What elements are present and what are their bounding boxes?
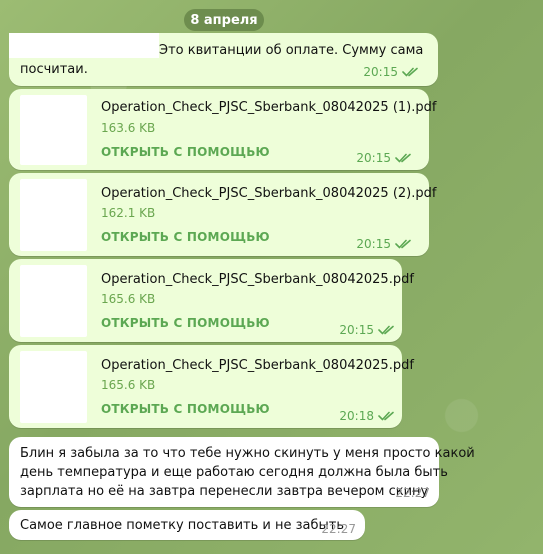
date-separator: 8 апреля [184, 9, 264, 31]
file-size: 163.6 KB [101, 121, 156, 135]
file-thumbnail[interactable] [20, 351, 87, 423]
message-bubble-incoming: Блин я забыла за то что тебе нужно скину… [9, 437, 475, 507]
double-check-icon [395, 239, 411, 249]
file-thumbnail[interactable] [20, 179, 87, 251]
message-time: 20:15 [356, 237, 391, 251]
file-name[interactable]: Operation_Check_PJSC_Sberbank_08042025 (… [101, 186, 436, 201]
message-text: Самое главное пометку поставить и не заб… [20, 518, 345, 533]
message-bubble-incoming: Самое главное пометку поставить и не заб… [9, 510, 365, 540]
file-message[interactable]: Operation_Check_PJSC_Sberbank_08042025.p… [9, 259, 414, 342]
message-meta: 20:15 [339, 323, 396, 337]
message-text: зарплата но её на завтра перенесли завтр… [20, 484, 429, 499]
message-time: 20:15 [339, 323, 374, 337]
message-text: день температура и еще работаю сегодня д… [20, 465, 448, 480]
file-size: 165.6 KB [101, 292, 156, 306]
double-check-icon [378, 325, 394, 335]
message-text: Это квитанции об оплате. Сумму сама [159, 43, 424, 58]
message-meta: 20:15 [356, 237, 413, 251]
message-time: 20:15 [356, 151, 391, 165]
double-check-icon [378, 411, 394, 421]
message-time: 20:18 [339, 409, 374, 423]
message-meta: 20:15 [363, 65, 420, 79]
open-with-button[interactable]: ОТКРЫТЬ С ПОМОЩЬЮ [101, 316, 270, 330]
open-with-button[interactable]: ОТКРЫТЬ С ПОМОЩЬЮ [101, 145, 270, 159]
message-meta: 20:15 [356, 151, 413, 165]
open-with-button[interactable]: ОТКРЫТЬ С ПОМОЩЬЮ [101, 230, 270, 244]
file-message[interactable]: Operation_Check_PJSC_Sberbank_08042025 (… [9, 89, 436, 170]
file-message[interactable]: Operation_Check_PJSC_Sberbank_08042025.p… [9, 345, 414, 428]
file-size: 165.6 KB [101, 378, 156, 392]
message-meta: 22:27 [321, 522, 356, 536]
double-check-icon [395, 153, 411, 163]
message-text: посчитаи. [20, 62, 88, 77]
file-thumbnail[interactable] [20, 95, 87, 165]
message-time: 22:27 [321, 522, 356, 536]
file-name[interactable]: Operation_Check_PJSC_Sberbank_08042025.p… [101, 272, 414, 287]
redacted-area [9, 33, 159, 58]
message-meta: 22:27 [395, 486, 430, 500]
file-name[interactable]: Operation_Check_PJSC_Sberbank_08042025.p… [101, 358, 414, 373]
message-time: 22:27 [395, 486, 430, 500]
file-size: 162.1 KB [101, 206, 156, 220]
file-thumbnail[interactable] [20, 265, 87, 337]
message-text: Блин я забыла за то что тебе нужно скину… [20, 446, 475, 461]
message-bubble-outgoing: Это квитанции об оплате. Сумму сама посч… [9, 33, 438, 86]
message-meta: 20:18 [339, 409, 396, 423]
open-with-button[interactable]: ОТКРЫТЬ С ПОМОЩЬЮ [101, 402, 270, 416]
double-check-icon [402, 67, 418, 77]
file-message[interactable]: Operation_Check_PJSC_Sberbank_08042025 (… [9, 173, 436, 256]
message-time: 20:15 [363, 65, 398, 79]
file-name[interactable]: Operation_Check_PJSC_Sberbank_08042025 (… [101, 100, 436, 115]
